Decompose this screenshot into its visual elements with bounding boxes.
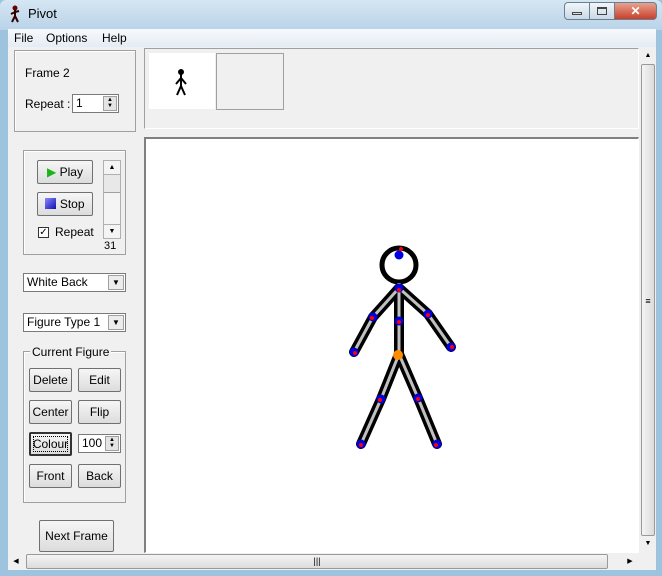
speed-slider[interactable]: ▲ ▼ (103, 160, 121, 239)
stop-label: Stop (59, 197, 85, 211)
scroll-up-icon[interactable]: ▲ (640, 48, 656, 64)
scroll-left-icon[interactable]: ◀ (8, 553, 24, 570)
stop-icon (45, 198, 57, 209)
repeat-checkbox[interactable]: ✓ (38, 227, 49, 238)
stick-figure-icon (10, 5, 20, 23)
vertical-scrollbar[interactable]: ▲ ≡ ▼ (640, 48, 656, 553)
animation-canvas[interactable] (144, 137, 639, 553)
minimize-button[interactable] (564, 2, 590, 20)
maximize-button[interactable] (589, 2, 615, 20)
figure-type-select-value: Figure Type 1 (27, 315, 101, 329)
playback-panel: ▶ Play Stop ✓ Repeat ▲ ▼ 31 (23, 150, 126, 255)
speed-value: 31 (104, 240, 117, 252)
flip-button[interactable]: Flip (78, 400, 121, 424)
back-button[interactable]: Back (78, 464, 121, 488)
frame-label: Frame 2 (25, 66, 70, 80)
opacity-spinner[interactable]: 100 ▲ ▼ (78, 434, 121, 453)
opacity-value: 100 (82, 436, 103, 450)
scroll-down-icon[interactable]: ▼ (640, 536, 656, 552)
repeat-checkbox-label: Repeat (55, 225, 94, 239)
menu-bar: File Options Help (8, 29, 656, 48)
colour-button[interactable]: Colour (29, 432, 72, 456)
close-button[interactable]: ✕ (614, 2, 657, 20)
vertical-scroll-thumb[interactable]: ≡ (641, 64, 655, 536)
figure-type-select[interactable]: Figure Type 1 ▼ (23, 313, 126, 332)
frame-thumbnail-1[interactable] (149, 53, 215, 109)
next-frame-button[interactable]: Next Frame (39, 520, 114, 552)
play-label: Play (59, 165, 83, 179)
frame-panel: Frame 2 Repeat : 1 ▲ ▼ (14, 50, 136, 132)
close-icon: ✕ (630, 4, 641, 18)
horizontal-scrollbar[interactable]: ◀ ||| ▶ (8, 553, 656, 570)
scroll-down-icon[interactable]: ▼ (104, 224, 120, 238)
window-title: Pivot (28, 6, 57, 21)
current-figure-title: Current Figure (30, 345, 112, 359)
chevron-down-icon: ▼ (108, 315, 124, 330)
background-select[interactable]: White Back ▼ (23, 273, 126, 292)
frame-repeat-value: 1 (76, 96, 83, 110)
timeline-panel (144, 48, 639, 129)
repeat-label: Repeat : (25, 97, 71, 111)
center-button[interactable]: Center (29, 400, 72, 424)
scroll-up-icon[interactable]: ▲ (104, 161, 120, 175)
horizontal-scroll-thumb[interactable]: ||| (26, 554, 608, 569)
frame-thumbnail-2[interactable] (216, 53, 284, 110)
delete-button[interactable]: Delete (29, 368, 72, 392)
title-bar: Pivot ✕ (0, 0, 662, 30)
play-button[interactable]: ▶ Play (37, 160, 93, 184)
chevron-down-icon: ▼ (108, 275, 124, 290)
menu-help[interactable]: Help (102, 31, 127, 45)
current-figure-group: Current Figure Delete Edit Center Flip C… (23, 345, 126, 503)
speed-slider-thumb[interactable] (104, 175, 120, 193)
edit-button[interactable]: Edit (78, 368, 121, 392)
front-button[interactable]: Front (29, 464, 72, 488)
menu-file[interactable]: File (14, 31, 33, 45)
scroll-right-icon[interactable]: ▶ (622, 553, 638, 570)
background-select-value: White Back (27, 275, 88, 289)
menu-options[interactable]: Options (46, 31, 87, 45)
play-icon: ▶ (47, 165, 57, 179)
spinner-arrows-icon[interactable]: ▲ ▼ (105, 436, 119, 451)
stick-figure-thumbnail (175, 69, 187, 96)
spinner-arrows-icon[interactable]: ▲ ▼ (103, 96, 117, 111)
stop-button[interactable]: Stop (37, 192, 93, 216)
frame-repeat-spinner[interactable]: 1 ▲ ▼ (72, 94, 119, 113)
